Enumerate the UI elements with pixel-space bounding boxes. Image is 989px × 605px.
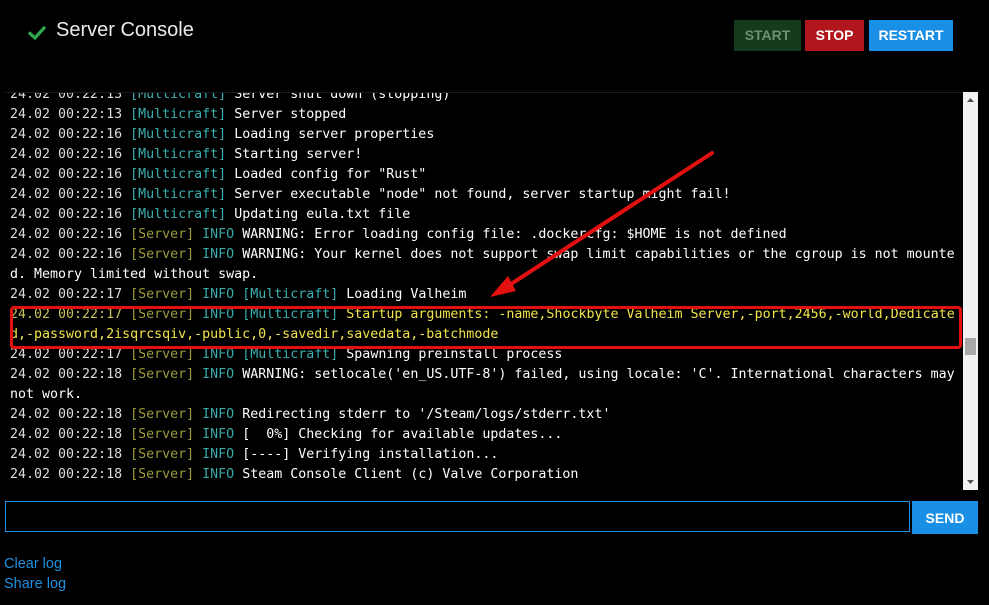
log-line: 24.02 00:22:16 [Server] INFO WARNING: Er…: [10, 225, 960, 245]
log-message: Server stopped: [234, 107, 347, 122]
log-line: 24.02 00:22:18 [Server] INFO Steam Conso…: [10, 465, 960, 485]
log-time: 24.02 00:22:18: [10, 447, 123, 462]
log-line: 24.02 00:22:18 [Server] INFO Redirecting…: [10, 405, 960, 425]
log-tag: [Multicraft]: [242, 287, 339, 302]
log-level: INFO: [202, 407, 235, 422]
log-time: 24.02 00:22:18: [10, 467, 123, 482]
clear-log-link[interactable]: Clear log: [4, 556, 62, 572]
log-time: 24.02 00:22:17: [10, 287, 123, 302]
log-tag: [Multicraft]: [242, 347, 339, 362]
stop-button[interactable]: STOP: [805, 20, 864, 51]
log-message: Spawning preinstall process: [346, 347, 563, 362]
log-level: INFO: [202, 367, 235, 382]
log-time: 24.02 00:22:16: [10, 187, 123, 202]
log-line: 24.02 00:22:13 [Multicraft] Server shut …: [10, 92, 960, 105]
log-message: Loading Valheim: [346, 287, 467, 302]
log-source: [Server]: [130, 287, 195, 302]
log-level: INFO: [202, 307, 235, 322]
log-source: [Multicraft]: [130, 107, 227, 122]
console-header: Server Console START STOP RESTART: [0, 0, 989, 70]
log-source: [Multicraft]: [130, 167, 227, 182]
log-time: 24.02 00:22:13: [10, 107, 123, 122]
log-line: 24.02 00:22:18 [Server] INFO [----] Veri…: [10, 445, 960, 465]
start-button[interactable]: START: [734, 20, 801, 51]
command-row: SEND: [5, 501, 978, 534]
console-scrollbar[interactable]: [963, 92, 978, 490]
log-line: 24.02 00:22:16 [Multicraft] Starting ser…: [10, 145, 960, 165]
log-source: [Server]: [130, 247, 195, 262]
log-line: 24.02 00:22:17 [Server] INFO [Multicraft…: [10, 345, 960, 365]
log-line: 24.02 00:22:16 [Multicraft] Loading serv…: [10, 125, 960, 145]
log-source: [Server]: [130, 227, 195, 242]
log-line: 24.02 00:22:16 [Server] INFO WARNING: Yo…: [10, 245, 960, 285]
log-message: Loaded config for "Rust": [234, 167, 427, 182]
log-message: Updating eula.txt file: [234, 207, 411, 222]
page-title: Server Console: [56, 19, 194, 41]
log-source: [Server]: [130, 367, 195, 382]
log-line: 24.02 00:22:18 [Server] INFO WARNING: se…: [10, 365, 960, 405]
log-level: INFO: [202, 467, 235, 482]
log-source: [Multicraft]: [130, 92, 227, 102]
log-message: Steam Console Client (c) Valve Corporati…: [242, 467, 579, 482]
send-button[interactable]: SEND: [912, 501, 978, 534]
log-source: [Server]: [130, 447, 195, 462]
log-level: INFO: [202, 447, 235, 462]
scrollbar-thumb[interactable]: [965, 338, 976, 355]
log-time: 24.02 00:22:16: [10, 227, 123, 242]
log-lines: 24.02 00:22:13 [Multicraft] Server shut …: [10, 92, 960, 485]
scroll-down-icon[interactable]: [963, 476, 978, 488]
console-log[interactable]: 24.02 00:22:13 [Multicraft] Server shut …: [5, 92, 963, 491]
log-time: 24.02 00:22:18: [10, 367, 123, 382]
log-tag: [Multicraft]: [242, 307, 339, 322]
log-level: INFO: [202, 347, 235, 362]
log-source: [Multicraft]: [130, 147, 227, 162]
log-time: 24.02 00:22:16: [10, 167, 123, 182]
log-time: 24.02 00:22:17: [10, 347, 123, 362]
log-source: [Server]: [130, 467, 195, 482]
restart-button[interactable]: RESTART: [869, 20, 953, 51]
log-time: 24.02 00:22:16: [10, 247, 123, 262]
log-line: 24.02 00:22:17 [Server] INFO [Multicraft…: [10, 285, 960, 305]
log-source: [Multicraft]: [130, 207, 227, 222]
log-time: 24.02 00:22:16: [10, 127, 123, 142]
log-level: INFO: [202, 247, 235, 262]
log-level: INFO: [202, 287, 235, 302]
log-message: Server shut down (stopping): [234, 92, 451, 102]
log-message: Starting server!: [234, 147, 363, 162]
log-time: 24.02 00:22:18: [10, 427, 123, 442]
log-source: [Server]: [130, 307, 195, 322]
share-log-link[interactable]: Share log: [4, 576, 66, 592]
command-input[interactable]: [5, 501, 910, 532]
log-line: 24.02 00:22:13 [Multicraft] Server stopp…: [10, 105, 960, 125]
log-line: 24.02 00:22:17 [Server] INFO [Multicraft…: [10, 305, 960, 345]
log-message: WARNING: Error loading config file: .doc…: [242, 227, 787, 242]
log-time: 24.02 00:22:16: [10, 147, 123, 162]
log-time: 24.02 00:22:17: [10, 307, 123, 322]
log-message: [ 0%] Checking for available updates...: [242, 427, 563, 442]
log-source: [Server]: [130, 407, 195, 422]
log-time: 24.02 00:22:18: [10, 407, 123, 422]
log-time: 24.02 00:22:16: [10, 207, 123, 222]
log-source: [Multicraft]: [130, 127, 227, 142]
log-line: 24.02 00:22:18 [Server] INFO [ 0%] Check…: [10, 425, 960, 445]
log-level: INFO: [202, 227, 235, 242]
log-line: 24.02 00:22:16 [Multicraft] Server execu…: [10, 185, 960, 205]
log-source: [Server]: [130, 347, 195, 362]
log-source: [Server]: [130, 427, 195, 442]
log-line: 24.02 00:22:16 [Multicraft] Loaded confi…: [10, 165, 960, 185]
log-source: [Multicraft]: [130, 187, 227, 202]
log-message: Loading server properties: [234, 127, 435, 142]
log-level: INFO: [202, 427, 235, 442]
check-icon: [28, 25, 46, 41]
log-message: Server executable "node" not found, serv…: [234, 187, 731, 202]
log-message: Redirecting stderr to '/Steam/logs/stder…: [242, 407, 611, 422]
log-time: 24.02 00:22:13: [10, 92, 123, 102]
log-line: 24.02 00:22:16 [Multicraft] Updating eul…: [10, 205, 960, 225]
scroll-up-icon[interactable]: [963, 94, 978, 106]
log-message: [----] Verifying installation...: [242, 447, 499, 462]
